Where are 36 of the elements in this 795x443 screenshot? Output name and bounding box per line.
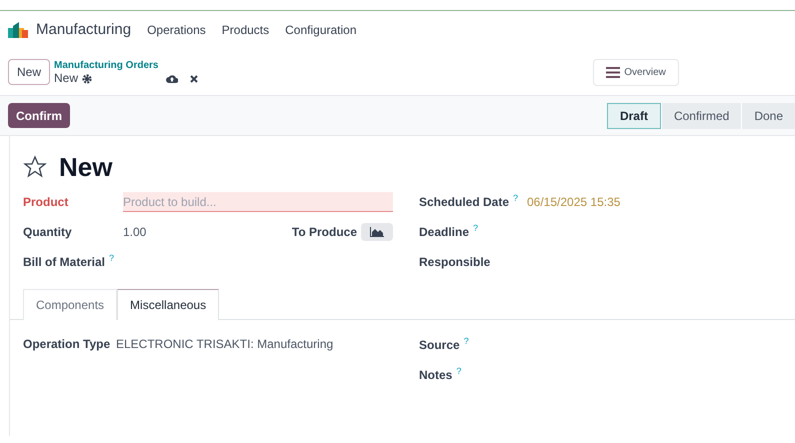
field-value: ELECTRONIC TRISAKTI: Manufacturing	[116, 336, 334, 353]
field-label: Product	[23, 194, 68, 211]
quantity-value: 1.00	[123, 224, 146, 241]
menu-item[interactable]: Configuration	[285, 21, 357, 39]
app-logo-icon	[8, 22, 28, 38]
to-produce-label: To Produce	[292, 224, 357, 241]
field-label: Responsible	[419, 254, 490, 271]
field-label: Source	[419, 337, 460, 354]
field-label: Scheduled Date	[419, 194, 510, 211]
tab[interactable]: Miscellaneous	[117, 289, 220, 320]
product-field[interactable]: Product to build...	[123, 192, 393, 212]
status-stage[interactable]: Draft	[606, 102, 661, 128]
menu-item[interactable]: Products	[222, 21, 270, 39]
field-label: Operation Type	[23, 336, 112, 353]
confirm-button[interactable]: Confirm	[8, 103, 70, 128]
new-button[interactable]: New	[8, 59, 50, 85]
cloud-upload-icon[interactable]	[166, 74, 178, 83]
menu-item[interactable]: Operations	[147, 21, 206, 39]
field-label: Bill of Material	[23, 254, 106, 271]
status-stage[interactable]: Done	[741, 102, 795, 128]
field-label: Deadline	[419, 224, 470, 241]
record-name: New	[54, 72, 78, 85]
breadcrumb-link[interactable]: Manufacturing Orders	[54, 59, 198, 72]
field-label: Notes	[419, 367, 452, 384]
tab[interactable]: Components	[23, 289, 118, 320]
menu-icon	[606, 66, 620, 78]
overview-button[interactable]: Overview	[593, 58, 680, 86]
record-title: New	[59, 150, 112, 184]
gear-icon[interactable]	[82, 74, 92, 84]
field-label: Quantity	[23, 224, 72, 241]
forecast-button[interactable]	[361, 223, 393, 241]
status-stage[interactable]: Confirmed	[660, 102, 742, 128]
star-icon[interactable]	[23, 155, 47, 179]
app-title[interactable]: Manufacturing	[36, 18, 132, 42]
chart-icon	[370, 227, 384, 237]
close-icon[interactable]	[190, 74, 198, 82]
